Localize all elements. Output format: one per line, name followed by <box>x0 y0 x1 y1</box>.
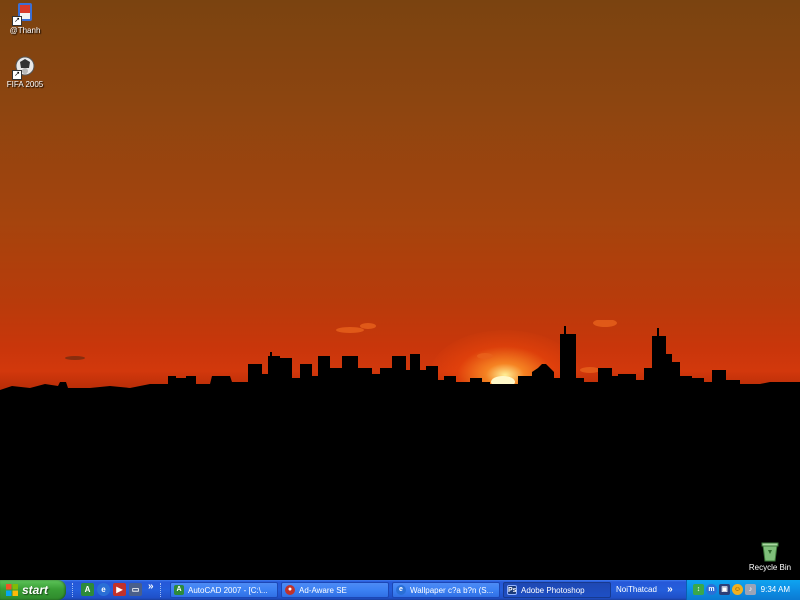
thanh-shortcut-icon: ↗ <box>12 2 36 26</box>
task-autocad[interactable]: A AutoCAD 2007 - [C:\... <box>170 582 278 598</box>
task-adobe-photoshop[interactable]: Ps Adobe Photoshop <box>503 582 611 598</box>
desktop-icon-recycle-bin[interactable]: Recycle Bin <box>740 540 800 572</box>
yahoo-smiley-tray-icon[interactable]: ☺ <box>732 584 743 595</box>
desktop-icon-fifa-2005[interactable]: ↗ FIFA 2005 <box>0 56 55 89</box>
autocad-quick-launch-icon[interactable]: A <box>81 583 94 596</box>
start-label: start <box>22 583 49 597</box>
quick-launch-chevron[interactable]: » <box>148 581 154 592</box>
clock[interactable]: 9:34 AM <box>761 580 790 600</box>
recycle-bin-icon <box>760 540 780 562</box>
show-desktop-icon[interactable]: ▭ <box>129 583 142 596</box>
photoshop-icon: Ps <box>507 585 517 595</box>
network-tray-icon[interactable]: ↕ <box>693 584 704 595</box>
task-label: Wallpaper c?a b?n (S... <box>410 586 494 595</box>
windows-flag-icon <box>6 584 18 596</box>
start-button[interactable]: start <box>0 580 66 600</box>
media-quick-launch-icon[interactable]: ▶ <box>113 583 126 596</box>
recycle-bin-label: Recycle Bin <box>748 563 792 572</box>
display-tray-icon[interactable]: ▣ <box>719 584 730 595</box>
fifa-shortcut-icon: ↗ <box>12 56 36 80</box>
ad-aware-icon: ● <box>285 585 295 595</box>
taskbar: start A e ▶ ▭ » A AutoCAD 2007 - [C:\...… <box>0 580 800 600</box>
taskbar-grip[interactable] <box>160 583 164 597</box>
task-label: Ad-Aware SE <box>299 586 347 595</box>
task-label: AutoCAD 2007 - [C:\... <box>188 586 268 595</box>
system-tray: ↕ m ▣ ☺ ♪ 9:34 AM <box>686 580 800 600</box>
messenger-tray-icon[interactable]: m <box>706 584 717 595</box>
task-ad-aware[interactable]: ● Ad-Aware SE <box>281 582 389 598</box>
task-label: Adobe Photoshop <box>521 586 585 595</box>
city-skyline-silhouette <box>0 320 800 580</box>
ie-icon: e <box>396 585 406 595</box>
toolbar-label: NoiThatcad <box>616 585 657 594</box>
desktop-icon-thanh[interactable]: ↗ @Thanh <box>0 2 55 35</box>
noithatcad-toolbar[interactable]: NoiThatcad » <box>616 580 673 600</box>
volume-tray-icon[interactable]: ♪ <box>745 584 756 595</box>
ie-quick-launch-icon[interactable]: e <box>97 583 110 596</box>
desktop-wallpaper <box>0 0 800 580</box>
desktop-icon-label: FIFA 2005 <box>6 80 44 89</box>
task-wallpaper-browser[interactable]: e Wallpaper c?a b?n (S... <box>392 582 500 598</box>
toolbar-chevron[interactable]: » <box>667 584 673 595</box>
autocad-icon: A <box>174 585 184 595</box>
quick-launch-grip[interactable] <box>72 583 76 597</box>
desktop-icon-label: @Thanh <box>9 26 41 35</box>
